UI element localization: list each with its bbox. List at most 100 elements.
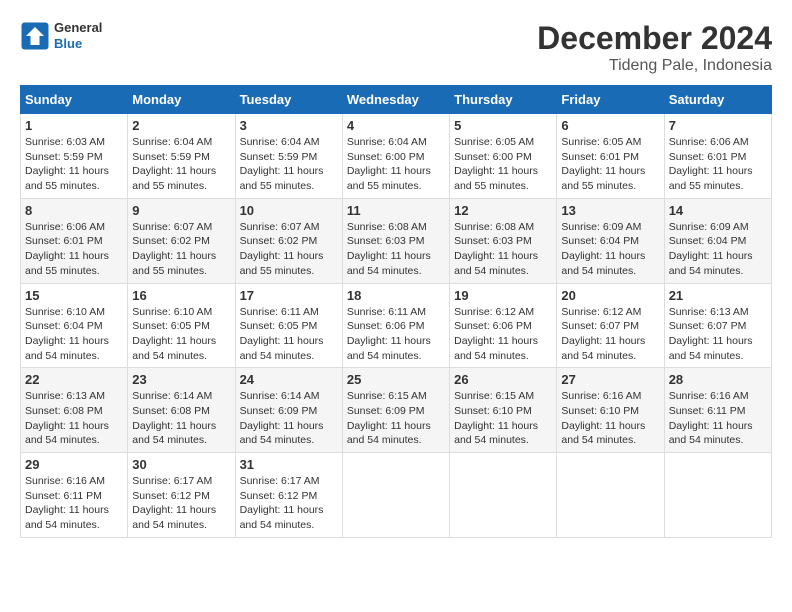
- day-info: Sunrise: 6:16 AMSunset: 6:10 PMDaylight:…: [561, 389, 659, 448]
- day-number: 3: [240, 118, 338, 133]
- header-day-tuesday: Tuesday: [235, 86, 342, 114]
- day-number: 28: [669, 372, 767, 387]
- day-info: Sunrise: 6:11 AMSunset: 6:05 PMDaylight:…: [240, 305, 338, 364]
- calendar-cell: 11 Sunrise: 6:08 AMSunset: 6:03 PMDayligh…: [342, 198, 449, 283]
- day-number: 18: [347, 288, 445, 303]
- week-row-1: 1Sunrise: 6:03 AMSunset: 5:59 PMDaylight…: [21, 114, 772, 199]
- day-info: Sunrise: 6:13 AMSunset: 6:07 PMDaylight:…: [669, 305, 767, 364]
- day-number: 9: [132, 203, 230, 218]
- calendar-cell: 23 Sunrise: 6:14 AMSunset: 6:08 PMDayligh…: [128, 368, 235, 453]
- calendar-cell: [557, 453, 664, 538]
- day-info: Sunrise: 6:17 AMSunset: 6:12 PMDaylight:…: [240, 474, 338, 533]
- calendar-cell: [342, 453, 449, 538]
- calendar-cell: 5 Sunrise: 6:05 AMSunset: 6:00 PMDaylight…: [450, 114, 557, 199]
- calendar-cell: 15 Sunrise: 6:10 AMSunset: 6:04 PMDayligh…: [21, 283, 128, 368]
- calendar-cell: 26 Sunrise: 6:15 AMSunset: 6:10 PMDayligh…: [450, 368, 557, 453]
- day-info: Sunrise: 6:04 AMSunset: 6:00 PMDaylight:…: [347, 135, 445, 194]
- calendar-cell: [450, 453, 557, 538]
- day-number: 31: [240, 457, 338, 472]
- day-number: 23: [132, 372, 230, 387]
- day-info: Sunrise: 6:07 AMSunset: 6:02 PMDaylight:…: [240, 220, 338, 279]
- day-number: 13: [561, 203, 659, 218]
- day-info: Sunrise: 6:14 AMSunset: 6:09 PMDaylight:…: [240, 389, 338, 448]
- header-day-monday: Monday: [128, 86, 235, 114]
- day-number: 26: [454, 372, 552, 387]
- day-info: Sunrise: 6:08 AMSunset: 6:03 PMDaylight:…: [347, 220, 445, 279]
- day-info: Sunrise: 6:17 AMSunset: 6:12 PMDaylight:…: [132, 474, 230, 533]
- day-info: Sunrise: 6:07 AMSunset: 6:02 PMDaylight:…: [132, 220, 230, 279]
- logo-icon: [20, 21, 50, 51]
- calendar-cell: 27 Sunrise: 6:16 AMSunset: 6:10 PMDayligh…: [557, 368, 664, 453]
- day-info: Sunrise: 6:10 AMSunset: 6:05 PMDaylight:…: [132, 305, 230, 364]
- week-row-4: 22Sunrise: 6:13 AMSunset: 6:08 PMDayligh…: [21, 368, 772, 453]
- calendar-body: 1Sunrise: 6:03 AMSunset: 5:59 PMDaylight…: [21, 114, 772, 538]
- calendar-cell: 2 Sunrise: 6:04 AMSunset: 5:59 PMDaylight…: [128, 114, 235, 199]
- day-info: Sunrise: 6:15 AMSunset: 6:09 PMDaylight:…: [347, 389, 445, 448]
- header-row: SundayMondayTuesdayWednesdayThursdayFrid…: [21, 86, 772, 114]
- day-number: 17: [240, 288, 338, 303]
- day-info: Sunrise: 6:12 AMSunset: 6:06 PMDaylight:…: [454, 305, 552, 364]
- day-info: Sunrise: 6:04 AMSunset: 5:59 PMDaylight:…: [132, 135, 230, 194]
- day-info: Sunrise: 6:16 AMSunset: 6:11 PMDaylight:…: [25, 474, 123, 533]
- day-number: 5: [454, 118, 552, 133]
- day-number: 27: [561, 372, 659, 387]
- day-info: Sunrise: 6:05 AMSunset: 6:01 PMDaylight:…: [561, 135, 659, 194]
- calendar-cell: 7Sunrise: 6:06 AMSunset: 6:01 PMDaylight…: [664, 114, 771, 199]
- calendar-cell: 10Sunrise: 6:07 AMSunset: 6:02 PMDayligh…: [235, 198, 342, 283]
- day-info: Sunrise: 6:10 AMSunset: 6:04 PMDaylight:…: [25, 305, 123, 364]
- calendar-cell: 17 Sunrise: 6:11 AMSunset: 6:05 PMDayligh…: [235, 283, 342, 368]
- day-info: Sunrise: 6:08 AMSunset: 6:03 PMDaylight:…: [454, 220, 552, 279]
- header-day-saturday: Saturday: [664, 86, 771, 114]
- page-header: General Blue December 2024 Tideng Pale, …: [20, 20, 772, 75]
- logo-line2: Blue: [54, 36, 102, 52]
- header-day-wednesday: Wednesday: [342, 86, 449, 114]
- calendar-cell: 29 Sunrise: 6:16 AMSunset: 6:11 PMDayligh…: [21, 453, 128, 538]
- day-number: 21: [669, 288, 767, 303]
- week-row-3: 15 Sunrise: 6:10 AMSunset: 6:04 PMDayligh…: [21, 283, 772, 368]
- calendar-cell: 21 Sunrise: 6:13 AMSunset: 6:07 PMDayligh…: [664, 283, 771, 368]
- day-number: 12: [454, 203, 552, 218]
- calendar-cell: 22Sunrise: 6:13 AMSunset: 6:08 PMDayligh…: [21, 368, 128, 453]
- day-info: Sunrise: 6:09 AMSunset: 6:04 PMDaylight:…: [561, 220, 659, 279]
- calendar-cell: 4 Sunrise: 6:04 AMSunset: 6:00 PMDaylight…: [342, 114, 449, 199]
- calendar-cell: 16 Sunrise: 6:10 AMSunset: 6:05 PMDayligh…: [128, 283, 235, 368]
- day-number: 16: [132, 288, 230, 303]
- calendar-cell: 8Sunrise: 6:06 AMSunset: 6:01 PMDaylight…: [21, 198, 128, 283]
- calendar-cell: 1Sunrise: 6:03 AMSunset: 5:59 PMDaylight…: [21, 114, 128, 199]
- day-info: Sunrise: 6:06 AMSunset: 6:01 PMDaylight:…: [669, 135, 767, 194]
- day-number: 15: [25, 288, 123, 303]
- day-info: Sunrise: 6:04 AMSunset: 5:59 PMDaylight:…: [240, 135, 338, 194]
- day-info: Sunrise: 6:05 AMSunset: 6:00 PMDaylight:…: [454, 135, 552, 194]
- calendar-cell: 18Sunrise: 6:11 AMSunset: 6:06 PMDayligh…: [342, 283, 449, 368]
- day-info: Sunrise: 6:15 AMSunset: 6:10 PMDaylight:…: [454, 389, 552, 448]
- day-number: 30: [132, 457, 230, 472]
- calendar-cell: 3 Sunrise: 6:04 AMSunset: 5:59 PMDaylight…: [235, 114, 342, 199]
- day-number: 2: [132, 118, 230, 133]
- day-number: 1: [25, 118, 123, 133]
- day-number: 29: [25, 457, 123, 472]
- day-number: 19: [454, 288, 552, 303]
- week-row-2: 8Sunrise: 6:06 AMSunset: 6:01 PMDaylight…: [21, 198, 772, 283]
- day-number: 4: [347, 118, 445, 133]
- calendar-cell: 30 Sunrise: 6:17 AMSunset: 6:12 PMDayligh…: [128, 453, 235, 538]
- day-number: 11: [347, 203, 445, 218]
- title-block: December 2024 Tideng Pale, Indonesia: [537, 20, 772, 75]
- header-day-sunday: Sunday: [21, 86, 128, 114]
- day-number: 25: [347, 372, 445, 387]
- day-number: 14: [669, 203, 767, 218]
- calendar-cell: [664, 453, 771, 538]
- logo: General Blue: [20, 20, 102, 51]
- week-row-5: 29 Sunrise: 6:16 AMSunset: 6:11 PMDayligh…: [21, 453, 772, 538]
- calendar-cell: 6Sunrise: 6:05 AMSunset: 6:01 PMDaylight…: [557, 114, 664, 199]
- calendar-cell: 19 Sunrise: 6:12 AMSunset: 6:06 PMDayligh…: [450, 283, 557, 368]
- calendar-cell: 20Sunrise: 6:12 AMSunset: 6:07 PMDayligh…: [557, 283, 664, 368]
- calendar-table: SundayMondayTuesdayWednesdayThursdayFrid…: [20, 85, 772, 538]
- day-number: 8: [25, 203, 123, 218]
- header-day-friday: Friday: [557, 86, 664, 114]
- logo-text: General Blue: [54, 20, 102, 51]
- calendar-cell: 25 Sunrise: 6:15 AMSunset: 6:09 PMDayligh…: [342, 368, 449, 453]
- day-number: 24: [240, 372, 338, 387]
- day-info: Sunrise: 6:14 AMSunset: 6:08 PMDaylight:…: [132, 389, 230, 448]
- page-subtitle: Tideng Pale, Indonesia: [537, 57, 772, 75]
- day-number: 20: [561, 288, 659, 303]
